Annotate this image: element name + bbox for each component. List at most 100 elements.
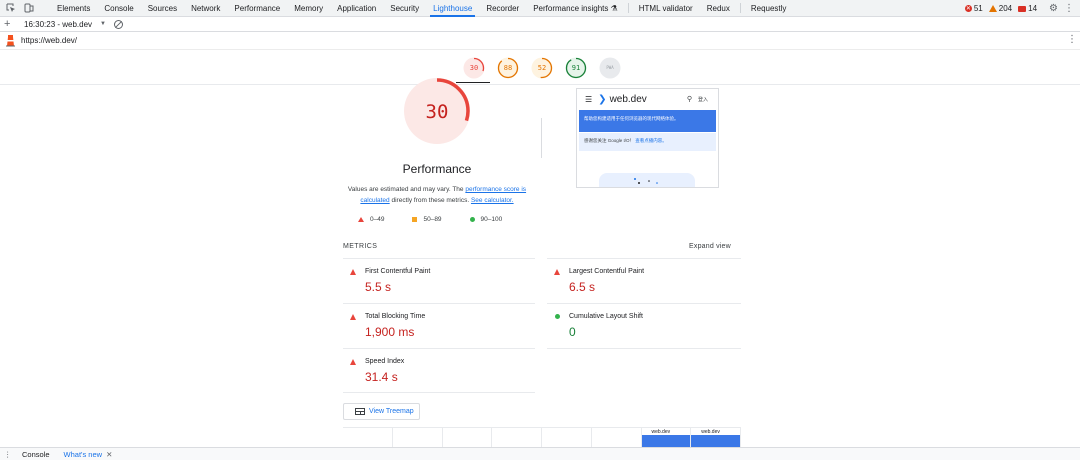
filmstrip: web.dev web.dev [343, 427, 741, 447]
new-report-icon[interactable]: + [4, 19, 14, 30]
gauge-screenshot-divider [541, 118, 542, 158]
more-options-icon[interactable]: ⋮ [1064, 3, 1074, 14]
metric-value: 31.4 s [365, 370, 398, 384]
frame-banner [641, 435, 691, 447]
tab-network[interactable]: Network [184, 0, 227, 17]
lighthouse-toolbar: + 16:30:23 - web.dev ▼ [0, 17, 1080, 32]
settings-gear-icon[interactable]: ⚙ [1049, 3, 1058, 14]
treemap-icon [355, 408, 365, 415]
score-gauge[interactable]: PWA [599, 57, 621, 79]
filmstrip-frame [443, 428, 493, 447]
tab-application[interactable]: Application [330, 0, 383, 17]
drawer-tab-whats-new[interactable]: What's new [64, 450, 103, 459]
warning-icon [988, 5, 997, 12]
metric-value: 5.5 s [365, 280, 392, 294]
tab-html-validator[interactable]: HTML validator [632, 0, 700, 17]
metric-name: First Contentful Paint [365, 268, 431, 275]
score-value: 91 [571, 64, 581, 72]
metric-item: Total Blocking Time 1,900 ms [343, 313, 533, 349]
legend-fail: 0–49 [358, 216, 384, 223]
metric-divider [343, 258, 535, 259]
metric-item: First Contentful Paint 5.5 s [343, 268, 533, 304]
metric-name: Largest Contentful Paint [569, 268, 645, 275]
webdev-chevron-icon: ❯ [598, 93, 607, 105]
screenshot-header: ☰ ❯ web.dev [585, 93, 647, 105]
inspect-element-icon[interactable] [4, 1, 18, 15]
performance-gauge: 30 [402, 76, 472, 146]
score-gauge[interactable]: 88 [497, 57, 519, 79]
fail-triangle-icon [358, 217, 364, 222]
frame-header: web.dev [651, 428, 671, 435]
report-url[interactable]: https://web.dev/ [21, 36, 77, 45]
metrics-heading: METRICS [343, 243, 378, 250]
search-icon: ⚲ [686, 96, 692, 103]
device-toolbar-icon[interactable] [22, 1, 36, 15]
tab-elements[interactable]: Elements [50, 0, 97, 17]
dropdown-caret-icon: ▼ [100, 21, 106, 27]
filmstrip-frame: web.dev [691, 428, 741, 447]
close-drawer-tab-icon[interactable]: ✕ [106, 450, 112, 459]
screenshot-card [599, 173, 695, 187]
tab-lighthouse[interactable]: Lighthouse [426, 0, 479, 17]
frame-banner [691, 435, 741, 447]
tab-memory[interactable]: Memory [287, 0, 330, 17]
status-counters[interactable]: ✕ 51 204 14 ⚙ ⋮ [964, 0, 1074, 17]
filmstrip-frame [343, 428, 393, 447]
drawer-menu-icon[interactable]: ⋮ [4, 450, 12, 459]
tab-performance-insights[interactable]: Performance insights ⚗ [526, 0, 625, 17]
tab-redux[interactable]: Redux [700, 0, 737, 17]
clear-reports-icon[interactable] [114, 19, 123, 29]
filmstrip-frame: web.dev [641, 428, 692, 447]
tab-security[interactable]: Security [383, 0, 426, 17]
metric-value: 1,900 ms [365, 325, 415, 339]
frame-header: web.dev [701, 428, 720, 435]
category-scores: 30 88 52 91 PWA [0, 57, 1080, 83]
filmstrip-frame [592, 428, 642, 447]
metric-name: Total Blocking Time [365, 313, 426, 320]
metric-value: 0 [569, 325, 576, 339]
pass-circle-icon [555, 314, 560, 319]
expand-view-toggle[interactable]: Expand view [689, 243, 731, 250]
warning-count[interactable]: 204 [988, 4, 1012, 13]
screenshot-banner: 帮助您构建适用于任何浏览器的现代网络体验。 [579, 110, 716, 132]
tab-performance[interactable]: Performance [227, 0, 287, 17]
drawer-tab-console[interactable]: Console [22, 450, 50, 459]
metric-name: Speed Index [365, 358, 405, 365]
hamburger-icon: ☰ [585, 94, 593, 104]
error-count[interactable]: ✕ 51 [964, 4, 983, 13]
metric-item: Speed Index 31.4 s [343, 358, 533, 394]
report-menu-icon[interactable]: ⋮ [1067, 35, 1077, 45]
final-screenshot[interactable]: ☰ ❯ web.dev ⚲ 登入 帮助您构建适用于任何浏览器的现代网络体验。 感… [576, 88, 719, 188]
fail-triangle-icon [350, 269, 356, 275]
tab-console[interactable]: Console [97, 0, 140, 17]
screenshot-note: 感谢您关注 Google I/O！ 查看点播内容。 [579, 133, 716, 151]
fail-triangle-icon [554, 269, 560, 275]
tab-requestly[interactable]: Requestly [744, 0, 794, 17]
header-divider [0, 84, 1080, 85]
tab-list: Elements Console Sources Network Performance… [50, 0, 793, 17]
score-gauge[interactable]: 91 [565, 57, 587, 79]
average-square-icon [412, 217, 418, 222]
lighthouse-logo-icon [5, 34, 16, 47]
view-treemap-button[interactable]: View Treemap [343, 403, 420, 420]
error-icon: ✕ [964, 5, 972, 12]
legend-average: 50–89 [412, 216, 442, 223]
score-gauge[interactable]: 52 [531, 57, 553, 79]
issue-icon [1018, 5, 1027, 12]
score-value: 52 [537, 64, 547, 72]
filmstrip-frame [393, 428, 443, 447]
legend-pass: 90–100 [469, 216, 502, 223]
issue-count[interactable]: 14 [1018, 4, 1037, 13]
metric-divider [547, 258, 741, 259]
score-value: PWA [606, 65, 614, 70]
metric-item: Largest Contentful Paint 6.5 s [547, 268, 737, 304]
tab-sources[interactable]: Sources [141, 0, 184, 17]
report-selector[interactable]: 16:30:23 - web.dev ▼ [24, 20, 106, 29]
tab-separator [739, 3, 741, 13]
metric-item: Cumulative Layout Shift 0 [547, 313, 737, 349]
filmstrip-frame [492, 428, 542, 447]
tab-separator [627, 3, 629, 13]
tab-recorder[interactable]: Recorder [479, 0, 526, 17]
see-calculator-link[interactable]: See calculator. [471, 197, 514, 204]
fail-triangle-icon [350, 314, 356, 320]
